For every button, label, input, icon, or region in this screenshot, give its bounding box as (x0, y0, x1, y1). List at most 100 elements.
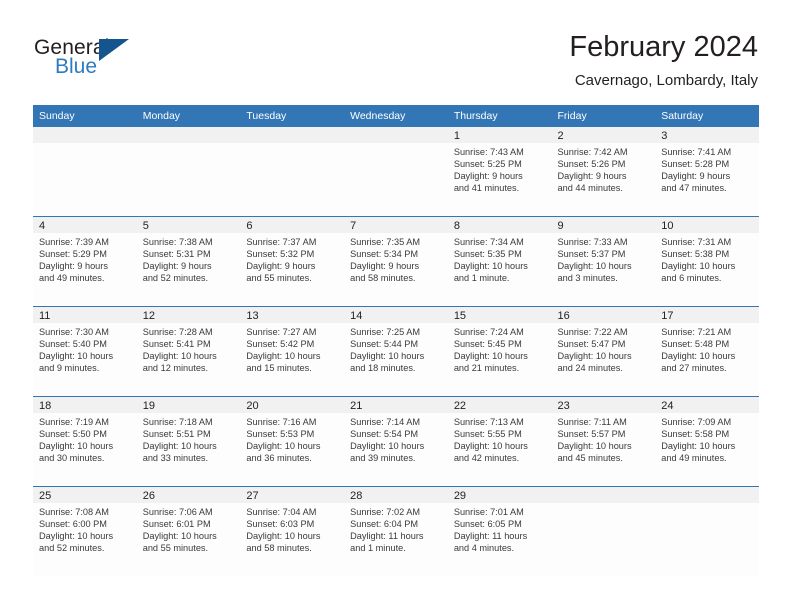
day-cell[interactable]: 11 Sunrise: 7:30 AM Sunset: 5:40 PM Dayligh… (33, 306, 137, 397)
day-cell[interactable]: 19 Sunrise: 7:18 AM Sunset: 5:51 PM Dayligh… (136, 396, 241, 487)
day-number: 7 (344, 217, 448, 233)
day-cell[interactable]: 8 Sunrise: 7:34 AM Sunset: 5:35 PM Daylight… (447, 216, 552, 307)
day-cell[interactable]: 16 Sunrise: 7:22 AM Sunset: 5:47 PM Dayligh… (551, 306, 656, 397)
day-cell[interactable]: 20 Sunrise: 7:16 AM Sunset: 5:53 PM Dayligh… (240, 396, 345, 487)
day-cell[interactable]: 6 Sunrise: 7:37 AM Sunset: 5:32 PM Daylight… (240, 216, 345, 307)
day-cell[interactable]: 12 Sunrise: 7:28 AM Sunset: 5:41 PM Dayligh… (136, 306, 241, 397)
day-cell[interactable] (136, 127, 241, 217)
day-cell[interactable]: 14 Sunrise: 7:25 AM Sunset: 5:44 PM Dayligh… (344, 306, 448, 397)
brand-logo[interactable]: General Blue (34, 36, 214, 84)
day-number: 2 (551, 127, 656, 143)
sunset-text: Sunset: 5:40 PM (39, 339, 107, 350)
sunset-text: Sunset: 5:37 PM (557, 249, 626, 260)
daylight-text-line2: and 30 minutes. (39, 453, 105, 464)
sunrise-text: Sunrise: 7:28 AM (142, 327, 213, 337)
daylight-text-line2: and 18 minutes. (350, 363, 416, 374)
sunset-text: Sunset: 6:03 PM (246, 519, 315, 530)
day-cell[interactable] (655, 486, 759, 576)
day-cell[interactable] (344, 127, 448, 217)
day-details: Sunrise: 7:34 AM Sunset: 5:35 PM Daylight:… (448, 233, 552, 284)
daylight-text-line1: Daylight: 10 hours (246, 351, 321, 362)
day-cell[interactable]: 4 Sunrise: 7:39 AM Sunset: 5:29 PM Daylight… (33, 216, 137, 307)
day-cell[interactable]: 28 Sunrise: 7:02 AM Sunset: 6:04 PM Dayligh… (344, 486, 448, 576)
day-number: 12 (136, 307, 241, 323)
day-number: 26 (136, 487, 241, 503)
sunset-text: Sunset: 5:29 PM (39, 249, 107, 260)
day-details: Sunrise: 7:04 AM Sunset: 6:03 PM Daylight:… (240, 503, 344, 554)
day-details: Sunrise: 7:31 AM Sunset: 5:38 PM Daylight:… (655, 233, 759, 284)
day-cell[interactable]: 18 Sunrise: 7:19 AM Sunset: 5:50 PM Dayligh… (33, 396, 137, 487)
daylight-text-line1: Daylight: 10 hours (350, 351, 425, 362)
day-details: Sunrise: 7:06 AM Sunset: 6:01 PM Daylight:… (137, 503, 241, 554)
sunset-text: Sunset: 5:54 PM (350, 429, 419, 440)
day-cell[interactable] (551, 486, 656, 576)
daylight-text-line2: and 52 minutes. (142, 273, 209, 284)
day-cell[interactable]: 27 Sunrise: 7:04 AM Sunset: 6:03 PM Dayligh… (240, 486, 345, 576)
day-number (136, 127, 241, 143)
daylight-text-line2: and 58 minutes. (246, 543, 312, 554)
day-cell[interactable]: 29 Sunrise: 7:01 AM Sunset: 6:05 PM Dayligh… (447, 486, 552, 576)
daylight-text-line1: Daylight: 10 hours (453, 351, 528, 362)
daylight-text-line1: Daylight: 10 hours (39, 351, 114, 362)
day-number (344, 127, 448, 143)
daylight-text-line1: Daylight: 10 hours (142, 531, 217, 542)
day-cell[interactable]: 3 Sunrise: 7:41 AM Sunset: 5:28 PM Daylight… (655, 127, 759, 217)
day-cell[interactable]: 22 Sunrise: 7:13 AM Sunset: 5:55 PM Dayligh… (447, 396, 552, 487)
day-number: 8 (447, 217, 552, 233)
sunrise-text: Sunrise: 7:43 AM (453, 147, 524, 157)
calendar-header-row: Sunday Monday Tuesday Wednesday Thursday… (33, 105, 759, 127)
day-details: Sunrise: 7:08 AM Sunset: 6:00 PM Daylight:… (33, 503, 137, 554)
sunrise-text: Sunrise: 7:30 AM (39, 327, 109, 337)
sunrise-text: Sunrise: 7:27 AM (246, 327, 317, 337)
day-number: 13 (240, 307, 345, 323)
day-cell[interactable]: 24 Sunrise: 7:09 AM Sunset: 5:58 PM Dayligh… (655, 396, 759, 487)
sunrise-text: Sunrise: 7:19 AM (39, 417, 109, 427)
weekday-header-thursday: Thursday (447, 105, 552, 127)
day-cell[interactable]: 2 Sunrise: 7:42 AM Sunset: 5:26 PM Daylight… (551, 127, 656, 217)
sunrise-text: Sunrise: 7:35 AM (350, 237, 421, 247)
sunset-text: Sunset: 6:05 PM (453, 519, 522, 530)
day-cell[interactable]: 25 Sunrise: 7:08 AM Sunset: 6:00 PM Dayligh… (33, 486, 137, 576)
sunset-text: Sunset: 5:28 PM (661, 159, 730, 170)
day-number: 6 (240, 217, 345, 233)
daylight-text-line1: Daylight: 9 hours (557, 171, 627, 182)
day-cell[interactable]: 26 Sunrise: 7:06 AM Sunset: 6:01 PM Dayligh… (136, 486, 241, 576)
day-cell[interactable]: 9 Sunrise: 7:33 AM Sunset: 5:37 PM Daylight… (551, 216, 656, 307)
weekday-header-saturday: Saturday (655, 105, 759, 127)
daylight-text-line2: and 27 minutes. (661, 363, 727, 374)
sunrise-text: Sunrise: 7:02 AM (350, 507, 421, 517)
daylight-text-line1: Daylight: 11 hours (453, 531, 528, 542)
day-cell[interactable]: 23 Sunrise: 7:11 AM Sunset: 5:57 PM Dayligh… (551, 396, 656, 487)
day-details: Sunrise: 7:25 AM Sunset: 5:44 PM Daylight:… (344, 323, 448, 374)
day-cell[interactable] (240, 127, 345, 217)
sunset-text: Sunset: 5:31 PM (142, 249, 211, 260)
weekday-header-wednesday: Wednesday (344, 105, 448, 127)
day-cell[interactable]: 13 Sunrise: 7:27 AM Sunset: 5:42 PM Dayligh… (240, 306, 345, 397)
day-number: 17 (655, 307, 759, 323)
sunrise-text: Sunrise: 7:37 AM (246, 237, 317, 247)
day-details: Sunrise: 7:13 AM Sunset: 5:55 PM Daylight:… (448, 413, 552, 464)
day-cell[interactable]: 5 Sunrise: 7:38 AM Sunset: 5:31 PM Daylight… (136, 216, 241, 307)
daylight-text-line1: Daylight: 10 hours (661, 441, 736, 452)
daylight-text-line2: and 6 minutes. (661, 273, 722, 284)
day-cell[interactable]: 17 Sunrise: 7:21 AM Sunset: 5:48 PM Dayligh… (655, 306, 759, 397)
day-cell[interactable]: 7 Sunrise: 7:35 AM Sunset: 5:34 PM Daylight… (344, 216, 448, 307)
day-cell[interactable]: 15 Sunrise: 7:24 AM Sunset: 5:45 PM Dayligh… (447, 306, 552, 397)
day-cell[interactable]: 10 Sunrise: 7:31 AM Sunset: 5:38 PM Dayligh… (655, 216, 759, 307)
day-number: 29 (447, 487, 552, 503)
sunset-text: Sunset: 5:35 PM (453, 249, 522, 260)
day-cell[interactable] (33, 127, 137, 217)
daylight-text-line2: and 1 minute. (350, 543, 406, 554)
calendar-table: Sunday Monday Tuesday Wednesday Thursday… (33, 105, 759, 576)
sunset-text: Sunset: 5:55 PM (453, 429, 522, 440)
page-header: General Blue February 2024 Cavernago, Lo… (0, 0, 792, 100)
sunrise-text: Sunrise: 7:04 AM (246, 507, 317, 517)
day-cell[interactable]: 1 Sunrise: 7:43 AM Sunset: 5:25 PM Daylight… (447, 127, 552, 217)
day-cell[interactable]: 21 Sunrise: 7:14 AM Sunset: 5:54 PM Dayligh… (344, 396, 448, 487)
calendar-week-row: 11 Sunrise: 7:30 AM Sunset: 5:40 PM Dayligh… (33, 306, 759, 397)
day-number (655, 487, 759, 503)
daylight-text-line1: Daylight: 10 hours (246, 531, 321, 542)
day-details: Sunrise: 7:27 AM Sunset: 5:42 PM Daylight:… (240, 323, 344, 374)
day-details: Sunrise: 7:41 AM Sunset: 5:28 PM Daylight:… (655, 143, 759, 194)
daylight-text-line2: and 12 minutes. (142, 363, 209, 374)
